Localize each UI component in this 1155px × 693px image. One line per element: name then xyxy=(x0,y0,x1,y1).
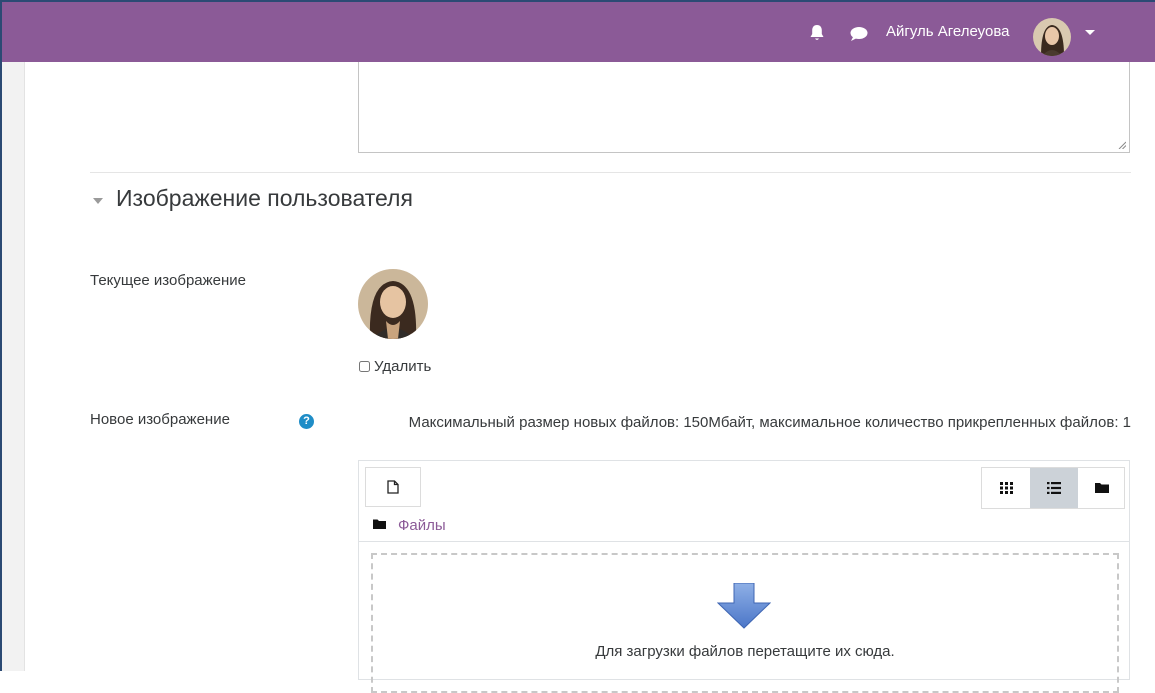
section-title[interactable]: Изображение пользователя xyxy=(116,185,413,212)
delete-picture-label[interactable]: Удалить xyxy=(374,358,431,375)
folder-icon xyxy=(373,519,386,529)
delete-picture-checkbox[interactable] xyxy=(359,361,370,372)
section-divider xyxy=(90,172,1131,173)
files-path-link[interactable]: Файлы xyxy=(398,517,446,534)
current-user-picture xyxy=(358,269,428,339)
view-mode-group xyxy=(981,467,1125,509)
file-drop-zone[interactable]: Для загрузки файлов перетащите их сюда. xyxy=(371,553,1119,693)
file-add-icon xyxy=(387,480,399,494)
help-icon[interactable]: ? xyxy=(299,414,314,429)
resize-handle-icon[interactable] xyxy=(1118,141,1126,149)
grid-view-icon xyxy=(1000,482,1013,494)
new-image-label: Новое изображение xyxy=(90,411,230,428)
folder-view-icon xyxy=(1095,483,1109,493)
folder-view-button[interactable] xyxy=(1078,468,1126,508)
file-manager: Файлы Для загрузки файлов перетащите их … xyxy=(358,460,1130,693)
user-name[interactable]: Айгуль Агелеуова xyxy=(886,23,1009,40)
file-manager-toolbar: Файлы xyxy=(359,461,1129,541)
drop-instructions: Для загрузки файлов перетащите их сюда. xyxy=(595,643,895,660)
download-arrow-icon xyxy=(717,583,771,629)
add-file-button[interactable] xyxy=(365,467,421,507)
list-view-button[interactable] xyxy=(1030,468,1078,508)
file-manager-divider xyxy=(359,541,1129,542)
current-image-label: Текущее изображение xyxy=(90,272,247,289)
description-textarea[interactable] xyxy=(358,62,1130,153)
left-drawer-gutter xyxy=(2,62,24,671)
list-view-icon xyxy=(1047,482,1061,494)
chat-bubble-icon[interactable] xyxy=(850,26,868,42)
section-toggle-icon[interactable] xyxy=(93,198,103,204)
bell-icon[interactable] xyxy=(809,24,825,42)
grid-view-button[interactable] xyxy=(982,468,1030,508)
user-avatar[interactable] xyxy=(1033,18,1071,56)
user-menu-caret-icon[interactable] xyxy=(1085,30,1095,35)
file-limits-text: Максимальный размер новых файлов: 150Мба… xyxy=(408,414,1131,431)
left-divider xyxy=(24,62,25,671)
top-navbar: Айгуль Агелеуова xyxy=(2,0,1155,62)
